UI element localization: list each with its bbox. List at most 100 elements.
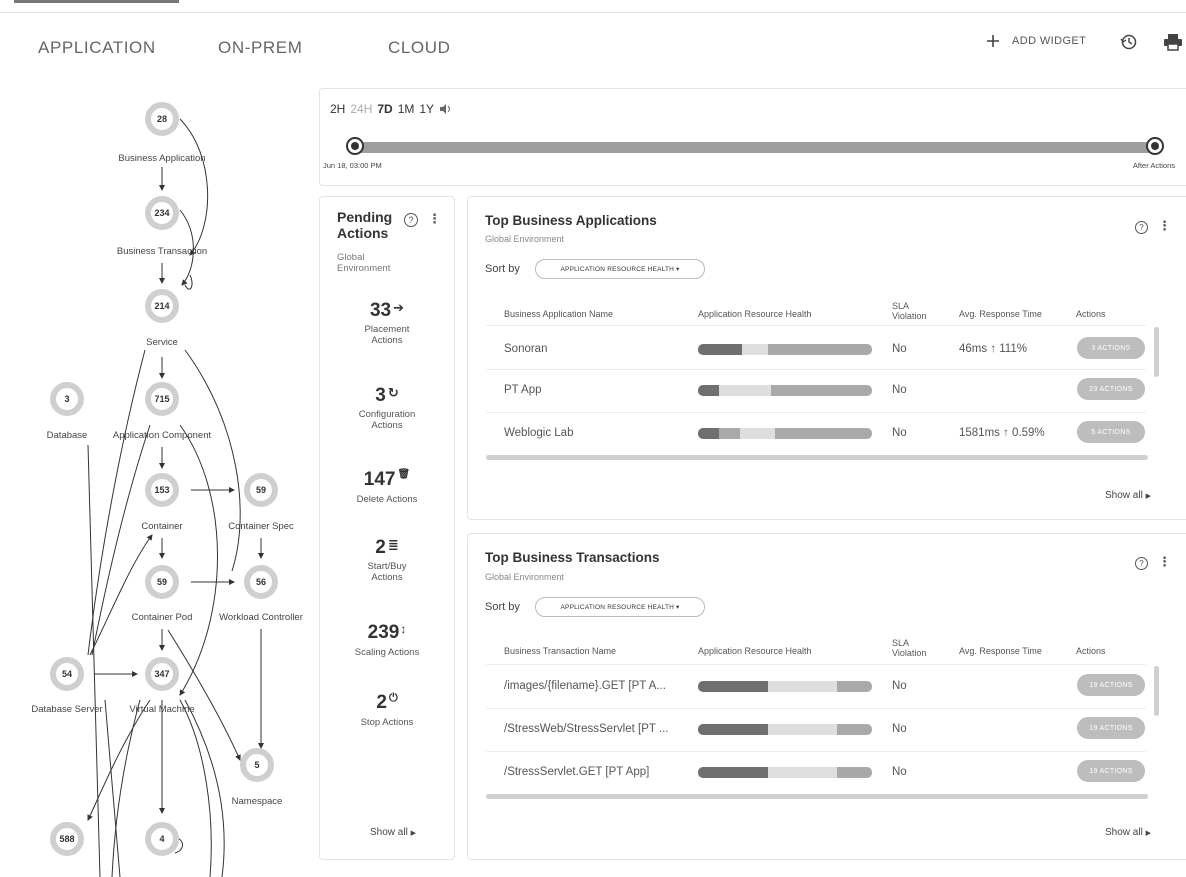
actions-button[interactable]: 23 ACTIONS [1077, 378, 1145, 400]
scale-icon: ↕ [400, 622, 407, 636]
actions-button[interactable]: 19 ACTIONS [1077, 674, 1145, 696]
panel-subtitle: Global Environment [485, 234, 565, 244]
speaker-icon[interactable] [439, 103, 451, 115]
pending-actions-title: Pending Actions [337, 209, 393, 241]
col-header-name: Business Application Name [504, 309, 614, 319]
arrow-right-icon: ➔ [393, 300, 405, 315]
more-menu-icon[interactable]: ⋮ [1158, 218, 1171, 234]
add-widget-button[interactable]: ADD WIDGET [986, 34, 1086, 48]
timeline-panel: 2H 24H 7D 1M 1Y Jun 18, 03:00 PM After A… [319, 88, 1186, 186]
col-header-health: Application Resource Health [698, 646, 812, 656]
pending-action-stop[interactable]: 2 ⏻ Stop Actions [320, 692, 454, 728]
pending-action-scaling[interactable]: 239↕ Scaling Actions [320, 622, 454, 658]
node-label: Workload Controller [219, 612, 303, 623]
header-divider [486, 325, 1146, 326]
help-icon[interactable]: ? [1135, 557, 1148, 570]
help-icon[interactable]: ? [1135, 221, 1148, 234]
table-row[interactable]: /StressWeb/StressServlet [PT ... No 19 A… [486, 709, 1146, 751]
node-container-spec[interactable]: 59 [244, 473, 278, 507]
node-4[interactable]: 4 [145, 822, 179, 856]
node-application-component[interactable]: 715 [145, 382, 179, 416]
range-1y[interactable]: 1Y [419, 102, 434, 116]
node-database-server[interactable]: 54 [50, 657, 84, 691]
power-icon: ⏻ [388, 692, 398, 704]
panel-title: Top Business Applications [485, 213, 657, 228]
col-header-sla: SLA Violation [892, 638, 927, 658]
pending-action-start-buy[interactable]: 2 ≣ Start/Buy Actions [320, 537, 454, 583]
node-label: Namespace [231, 796, 283, 807]
node-namespace[interactable]: 5 [240, 748, 274, 782]
history-icon[interactable] [1120, 33, 1138, 51]
health-bar [698, 344, 872, 355]
table-scrollbar[interactable] [1154, 666, 1159, 716]
node-service[interactable]: 214 [145, 289, 179, 323]
help-icon[interactable]: ? [404, 213, 418, 227]
actions-button[interactable]: 19 ACTIONS [1077, 760, 1145, 782]
range-1m[interactable]: 1M [398, 102, 415, 116]
caret-right-icon: ▶ [1145, 830, 1151, 837]
node-label: Service [146, 337, 178, 348]
panel-title: Top Business Transactions [485, 550, 660, 565]
list-icon: ≣ [387, 537, 399, 552]
range-2h[interactable]: 2H [330, 102, 345, 116]
node-database[interactable]: 3 [50, 382, 84, 416]
active-tab-indicator [14, 0, 179, 3]
show-all-link[interactable]: Show all ▶ [1105, 490, 1151, 501]
table-hscrollbar[interactable] [486, 794, 1148, 799]
pending-action-configuration[interactable]: 3 ↻ Configuration Actions [320, 385, 454, 431]
chevron-down-icon: ▾ [676, 266, 680, 273]
actions-button[interactable]: 3 ACTIONS [1077, 337, 1145, 359]
node-business-transaction[interactable]: 234 [145, 196, 179, 230]
table-row[interactable]: PT App No 23 ACTIONS [486, 370, 1146, 412]
node-label: Container Spec [228, 521, 294, 532]
node-label: Container [141, 521, 183, 532]
node-business-application[interactable]: 28 [145, 102, 179, 136]
node-container[interactable]: 153 [145, 473, 179, 507]
sort-select[interactable]: APPLICATION RESOURCE HEALTH ▾ [535, 259, 705, 279]
node-virtual-machine[interactable]: 347 [145, 657, 179, 691]
range-24h[interactable]: 24H [350, 102, 372, 116]
health-bar [698, 428, 872, 439]
node-workload-controller[interactable]: 56 [244, 565, 278, 599]
table-scrollbar[interactable] [1154, 327, 1159, 377]
tab-cloud[interactable]: CLOUD [388, 38, 451, 58]
tab-on-prem[interactable]: ON-PREM [218, 38, 302, 58]
node-label: Database [46, 430, 88, 441]
refresh-icon: ↻ [387, 385, 399, 400]
node-588[interactable]: 588 [50, 822, 84, 856]
panel-subtitle: Global Environment [485, 572, 565, 582]
actions-button[interactable]: 19 ACTIONS [1077, 717, 1145, 739]
table-row[interactable]: Weblogic Lab No 1581ms ↑ 0.59% 5 ACTIONS [486, 413, 1146, 455]
timeline-end-handle[interactable] [1146, 137, 1164, 155]
trash-icon: 🗑 [397, 469, 411, 480]
more-menu-icon[interactable]: ⋮ [1158, 554, 1171, 570]
pending-actions-subtitle: Global Environment [337, 252, 391, 274]
table-row[interactable]: Sonoran No 46ms ↑ 111% 3 ACTIONS [486, 327, 1146, 369]
sort-select[interactable]: APPLICATION RESOURCE HEALTH ▾ [535, 597, 705, 617]
health-bar [698, 767, 872, 778]
col-header-health: Application Resource Health [698, 309, 812, 319]
timeline-start-handle[interactable] [346, 137, 364, 155]
range-7d[interactable]: 7D [377, 102, 392, 116]
actions-button[interactable]: 5 ACTIONS [1077, 421, 1145, 443]
print-icon[interactable] [1163, 33, 1183, 51]
tab-application[interactable]: APPLICATION [38, 38, 156, 58]
table-row[interactable]: /StressServlet.GET [PT App] No 19 ACTION… [486, 752, 1146, 794]
more-menu-icon[interactable]: ⋮ [428, 211, 441, 227]
pending-actions-show-all[interactable]: Show all ▶ [370, 827, 416, 838]
node-container-pod[interactable]: 59 [145, 565, 179, 599]
chevron-down-icon: ▾ [676, 604, 680, 611]
pending-action-delete[interactable]: 147 🗑 Delete Actions [320, 469, 454, 505]
top-business-applications-panel: Top Business Applications Global Environ… [467, 196, 1186, 520]
show-all-link[interactable]: Show all ▶ [1105, 827, 1151, 838]
timeline-track[interactable] [354, 142, 1158, 153]
col-header-response: Avg. Response Time [959, 309, 1042, 319]
top-business-transactions-panel: Top Business Transactions Global Environ… [467, 533, 1186, 860]
timeline-start-label: Jun 18, 03:00 PM [323, 161, 382, 170]
sort-by-label: Sort by [485, 263, 520, 275]
caret-right-icon: ▶ [1145, 493, 1151, 500]
table-row[interactable]: /images/{filename}.GET [PT A... No 19 AC… [486, 666, 1146, 708]
col-header-actions: Actions [1076, 646, 1106, 656]
pending-action-placement[interactable]: 33 ➔ Placement Actions [320, 300, 454, 346]
table-hscrollbar[interactable] [486, 455, 1148, 460]
